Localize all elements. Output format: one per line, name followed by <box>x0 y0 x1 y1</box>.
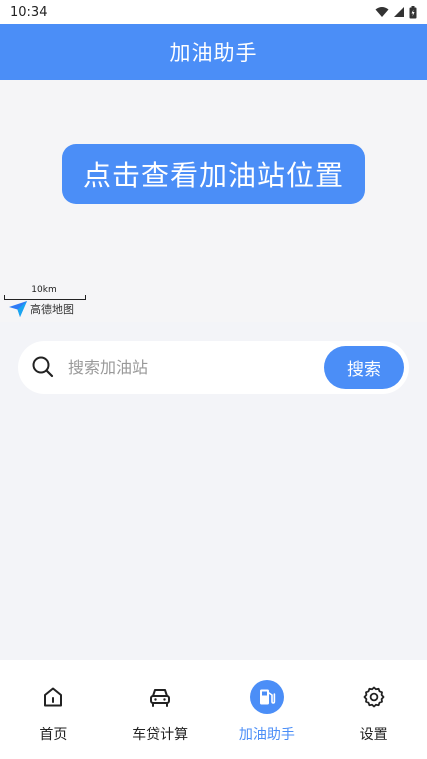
map-scale: 10km <box>4 285 86 300</box>
search-icon <box>32 356 54 378</box>
search-input[interactable] <box>68 351 318 384</box>
nav-label: 设置 <box>359 727 388 743</box>
fuel-pump-icon <box>259 689 276 705</box>
battery-icon <box>409 5 417 18</box>
map-scale-label: 10km <box>31 285 57 295</box>
status-time: 10:34 <box>10 4 48 20</box>
locate-stations-button[interactable]: 点击查看加油站位置 <box>62 144 365 204</box>
app-bar: 加油助手 <box>0 24 427 80</box>
map-logo-text: 高德地图 <box>30 303 74 316</box>
nav-icon-container <box>357 680 391 714</box>
content-area: 搜索 <box>0 322 427 660</box>
amap-logo-icon <box>9 301 27 317</box>
nav-label-active: 加油助手 <box>238 727 295 743</box>
nav-icon-container <box>36 680 70 714</box>
bottom-nav: 首页 车贷计算 加油助手 设置 <box>0 660 427 759</box>
nav-item-car-loan[interactable]: 车贷计算 <box>107 660 214 759</box>
nav-label: 车贷计算 <box>132 727 189 743</box>
nav-item-home[interactable]: 首页 <box>0 660 107 759</box>
status-bar: 10:34 <box>0 0 427 24</box>
search-button[interactable]: 搜索 <box>324 346 404 389</box>
map-provider-logo: 高德地图 <box>8 300 74 318</box>
nav-label: 首页 <box>39 727 68 743</box>
page-title: 加油助手 <box>169 41 258 65</box>
nav-item-settings[interactable]: 设置 <box>320 660 427 759</box>
car-icon <box>150 689 171 707</box>
nav-item-fuel-helper[interactable]: 加油助手 <box>214 660 321 759</box>
wifi-icon <box>375 7 389 17</box>
status-icons <box>375 5 417 19</box>
gear-icon <box>363 686 385 708</box>
cell-signal-icon <box>394 7 404 17</box>
map-view[interactable]: 点击查看加油站位置 10km 高德地图 <box>0 80 427 322</box>
search-bar: 搜索 <box>18 341 409 394</box>
home-icon <box>44 687 63 707</box>
nav-icon-container-active <box>249 680 284 714</box>
nav-icon-container <box>143 680 177 714</box>
